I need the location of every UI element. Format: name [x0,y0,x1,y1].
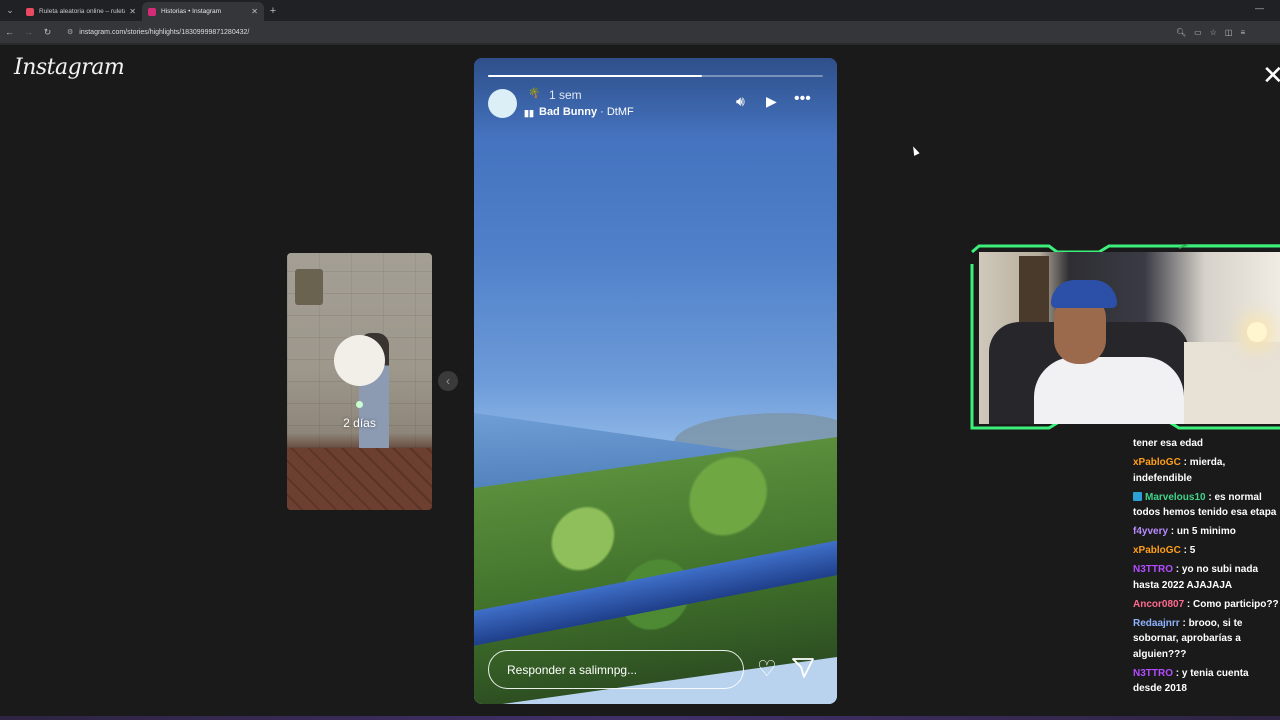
chat-badge-icon [1133,491,1142,501]
instagram-logo[interactable]: Instagram [14,55,125,80]
chat-username[interactable]: xPabloGC [1133,545,1181,556]
chat-message: xPabloGC : mierda, indefendible [1133,455,1280,486]
story-song[interactable]: Bad Bunny · DtMF [539,106,634,118]
music-equalizer-icon: ▮▮ [524,108,534,118]
play-icon[interactable]: ▶ [766,94,777,108]
like-heart-icon[interactable]: ♡ [757,658,777,680]
chat-username[interactable]: Marvelous10 [1145,492,1206,503]
ruleta-favicon-icon [26,7,34,16]
minimize-window-icon[interactable]: — [1255,3,1264,13]
wall-emblem [295,269,323,305]
chat-message: N3TTRO : y tenia cuenta desde 2018 [1133,666,1280,697]
webcam-bed [1184,342,1280,424]
url-bar[interactable]: ⚙ instagram.com/stories/highlights/18309… [61,24,1166,40]
streamer-webcam [979,252,1280,424]
more-options-icon[interactable]: ••• [794,91,811,107]
webcam-shirt [1034,357,1184,424]
chat-message: N3TTRO : yo no subi nada hasta 2022 AJAJ… [1133,562,1280,593]
reload-icon[interactable]: ↻ [38,27,57,38]
tab-title: Historias • Instagram [161,8,222,15]
story-author-avatar[interactable] [488,89,517,118]
song-artist: Bad Bunny [539,106,598,118]
stream-chat: tener esa edad xPabloGC : mierda, indefen… [1133,436,1280,700]
story-timestamp: 1 sem [549,88,582,102]
chat-separator: : [1173,564,1182,575]
previous-story-age: 2 días [343,416,376,430]
chat-message: Ancor0807 : Como participo?? [1133,597,1280,613]
new-tab-button[interactable]: + [264,5,282,17]
chat-text: tener esa edad [1133,438,1204,449]
avatar-status-dot [356,401,363,408]
story-progress-bar [488,75,823,77]
chat-text: un 5 minimo [1176,526,1236,537]
chat-message: tener esa edad [1133,436,1280,452]
toolbar-actions: 🔍︎ ▭ ☆ ◫ ≡ [1176,28,1245,37]
tab-title: Ruleta aleatoria online – ruleta [39,8,126,15]
reply-input[interactable]: Responder a salimnpg... [488,650,744,689]
extensions-icon[interactable]: ◫ [1225,28,1233,37]
address-toolbar: ← → ↻ ⚙ instagram.com/stories/highlights… [0,21,1280,43]
chat-username[interactable]: Redaajnrr [1133,618,1180,629]
tab-search-icon[interactable]: ⌄ [0,0,20,21]
chat-separator: : [1184,598,1194,610]
close-story-icon[interactable]: ✕ [1262,62,1280,88]
previous-story-arrow-icon[interactable]: ‹ [438,371,458,391]
taskbar-glow [0,716,1280,720]
bookmark-star-icon[interactable]: ☆ [1210,28,1217,37]
chat-text: Como participo?? [1193,598,1279,610]
story-emoji: 🌴 [528,88,541,99]
previous-story-card[interactable]: 2 días [287,253,432,510]
photo-floor [287,448,432,510]
url-text: instagram.com/stories/highlights/1830999… [79,28,250,36]
forward-icon[interactable]: → [19,27,38,37]
chat-message: f4yvery : un 5 minimo [1133,524,1280,540]
webcam-cap [1051,280,1117,308]
site-info-icon[interactable]: ⚙ [67,28,73,36]
chat-separator: : [1173,667,1182,679]
reply-placeholder: Responder a salimnpg... [507,662,638,677]
chat-username[interactable]: xPabloGC [1133,457,1181,468]
toolbar-divider [0,43,1280,45]
browser-tab-bar: ⌄ Ruleta aleatoria online – ruleta ✕ His… [0,0,1280,21]
profile-menu-icon[interactable]: ≡ [1240,28,1245,37]
chat-username[interactable]: N3TTRO [1133,668,1173,679]
chat-separator: : [1180,457,1190,468]
tab-ruleta[interactable]: Ruleta aleatoria online – ruleta ✕ [20,2,142,21]
tab-instagram[interactable]: Historias • Instagram ✕ [142,2,264,21]
volume-icon[interactable]: 🔊︎ [736,94,745,108]
chat-message: xPabloGC : 5 [1133,543,1280,559]
song-separator: · [597,106,607,118]
chat-message: Redaajnrr : brooo, si te sobornar, aprob… [1133,616,1280,663]
back-icon[interactable]: ← [0,27,19,37]
cast-icon[interactable]: ▭ [1194,28,1202,37]
song-title: DtMF [606,106,634,118]
tab-close-icon[interactable]: ✕ [129,7,136,16]
webcam-lamp [1247,322,1267,342]
chat-separator: : [1179,617,1189,629]
chat-separator: : [1168,526,1177,537]
mouse-cursor-icon [910,145,920,156]
story-progress-fill [488,75,703,77]
zoom-icon[interactable]: 🔍︎ [1176,28,1186,37]
chat-username[interactable]: Ancor0807 [1133,599,1184,610]
story-viewer[interactable]: 🌴 1 sem ▮▮ Bad Bunny · DtMF 🔊︎ ▶ ••• Res… [474,58,837,704]
chat-username[interactable]: f4yvery [1133,526,1168,537]
chat-username[interactable]: N3TTRO [1133,564,1173,575]
previous-story-avatar [334,335,385,386]
chat-separator: : [1180,545,1190,556]
instagram-favicon-icon [148,7,156,16]
send-direct-icon[interactable] [792,658,814,678]
chat-text: 5 [1189,545,1196,556]
chat-message: Marvelous10 : es normal todos hemos teni… [1133,490,1280,521]
tab-close-icon[interactable]: ✕ [251,7,258,16]
